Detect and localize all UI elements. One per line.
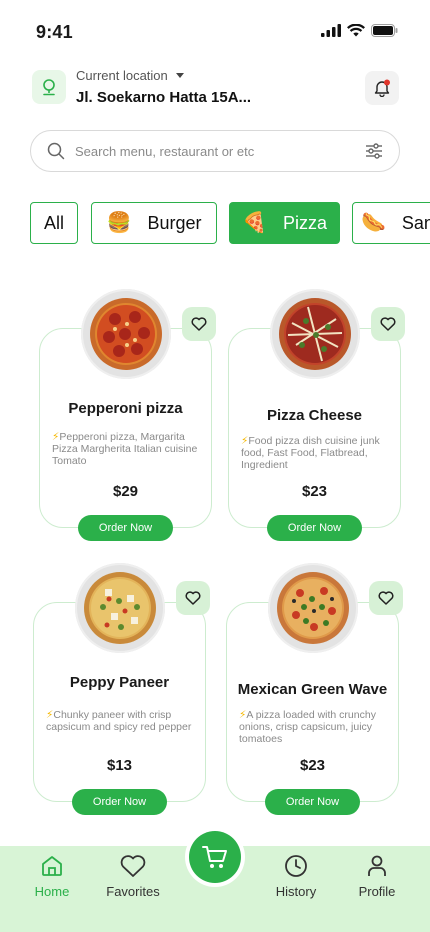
category-chip-label: Sandwich [401,212,430,233]
category-chip-label: Pizza [282,212,327,233]
search-input[interactable] [75,143,365,159]
category-chip-label: Burger [147,212,202,233]
pepperoni-pizza-image [90,298,162,370]
product-image [81,289,171,379]
current-location-value[interactable]: Jl. Soekarno Hatta 15A... [76,89,251,106]
order-now-button[interactable]: Order Now [267,515,362,541]
product-image [268,563,358,653]
nav-label: Favorites [106,884,160,899]
nav-label: Home [34,884,70,899]
nav-label: History [275,884,317,899]
bell-icon [374,79,390,97]
home-icon [42,856,62,876]
nav-favorites[interactable]: Favorites [93,854,173,899]
product-name: Pizza Cheese [266,407,363,424]
order-now-button[interactable]: Order Now [72,789,167,815]
hotdog-icon: 🌭 [361,212,386,234]
nav-label: Profile [358,884,396,899]
product-card-pepperoni-pizza[interactable]: Pepperoni pizza ⚡Pepperoni pizza, Margar… [39,289,216,541]
product-description-text: Chunky paneer with crisp capsicum and sp… [46,709,192,733]
caret-down-icon [175,73,184,78]
battery-icon [371,24,398,37]
cart-button[interactable] [189,831,241,883]
favorite-button[interactable] [369,581,403,615]
current-location-selector[interactable]: Current location [76,68,184,83]
search-bar [30,130,400,172]
paneer-pizza-image [84,572,156,644]
heart-icon [380,317,396,331]
filter-icon[interactable] [365,143,383,159]
product-price: $23 [299,757,326,774]
product-card-pizza-cheese[interactable]: Pizza Cheese ⚡Food pizza dish cuisine ju… [228,289,405,541]
nav-home[interactable]: Home [12,854,92,899]
notification-button[interactable] [365,71,399,105]
cart-icon [202,846,227,868]
product-price: $13 [106,757,133,774]
product-description-text: Food pizza dish cuisine junk food, Fast … [241,435,380,471]
status-icons [321,24,398,37]
location-pin-badge[interactable] [32,70,66,104]
status-bar: 9:41 [0,0,430,60]
product-description: ⚡A pizza loaded with crunchy onions, cri… [239,709,386,745]
location-pin-icon [43,79,55,96]
current-location-label: Current location [76,68,168,83]
order-now-button[interactable]: Order Now [78,515,173,541]
category-chip-burger[interactable]: 🍔 Burger [91,202,217,244]
heart-icon [191,317,207,331]
product-name: Pepperoni pizza [68,400,183,417]
heart-icon [185,591,201,605]
favorite-button[interactable] [176,581,210,615]
product-price: $23 [301,483,328,500]
product-name: Mexican Green Wave [237,681,388,698]
product-description-text: Pepperoni pizza, Margarita Pizza Margher… [52,431,198,467]
product-description: ⚡Food pizza dish cuisine junk food, Fast… [241,435,388,471]
product-name: Peppy Paneer [69,674,170,691]
product-description: ⚡Pepperoni pizza, Margarita Pizza Marghe… [52,431,199,467]
product-image [270,289,360,379]
category-chips: All 🍔 Burger 🍕 Pizza 🌭 Sandwich [30,202,430,244]
cheese-pizza-image [279,298,351,370]
product-image [75,563,165,653]
category-chip-all[interactable]: All [30,202,78,244]
product-card-mexican-green-wave[interactable]: Mexican Green Wave ⚡A pizza loaded with … [226,563,403,815]
signal-icon [321,24,341,37]
nav-history[interactable]: History [256,854,336,899]
product-description-text: A pizza loaded with crunchy onions, cris… [239,709,376,745]
category-chip-pizza[interactable]: 🍕 Pizza [229,202,340,244]
product-price: $29 [112,483,139,500]
heart-icon [378,591,394,605]
pizza-icon: 🍕 [242,212,267,234]
wifi-icon [347,24,365,37]
favorite-button[interactable] [182,307,216,341]
heart-icon [120,855,146,877]
favorite-button[interactable] [371,307,405,341]
search-icon [47,142,65,160]
product-description: ⚡Chunky paneer with crisp capsicum and s… [46,709,193,733]
order-now-button[interactable]: Order Now [265,789,360,815]
nav-profile[interactable]: Profile [337,854,417,899]
burger-icon: 🍔 [106,212,132,234]
status-time: 9:41 [36,22,73,42]
user-icon [368,855,386,876]
category-chip-sandwich[interactable]: 🌭 Sandwich [352,202,430,244]
mexican-pizza-image [277,572,349,644]
clock-icon [285,855,307,877]
category-chip-label: All [43,212,64,233]
product-card-peppy-paneer[interactable]: Peppy Paneer ⚡Chunky paneer with crisp c… [33,563,210,815]
